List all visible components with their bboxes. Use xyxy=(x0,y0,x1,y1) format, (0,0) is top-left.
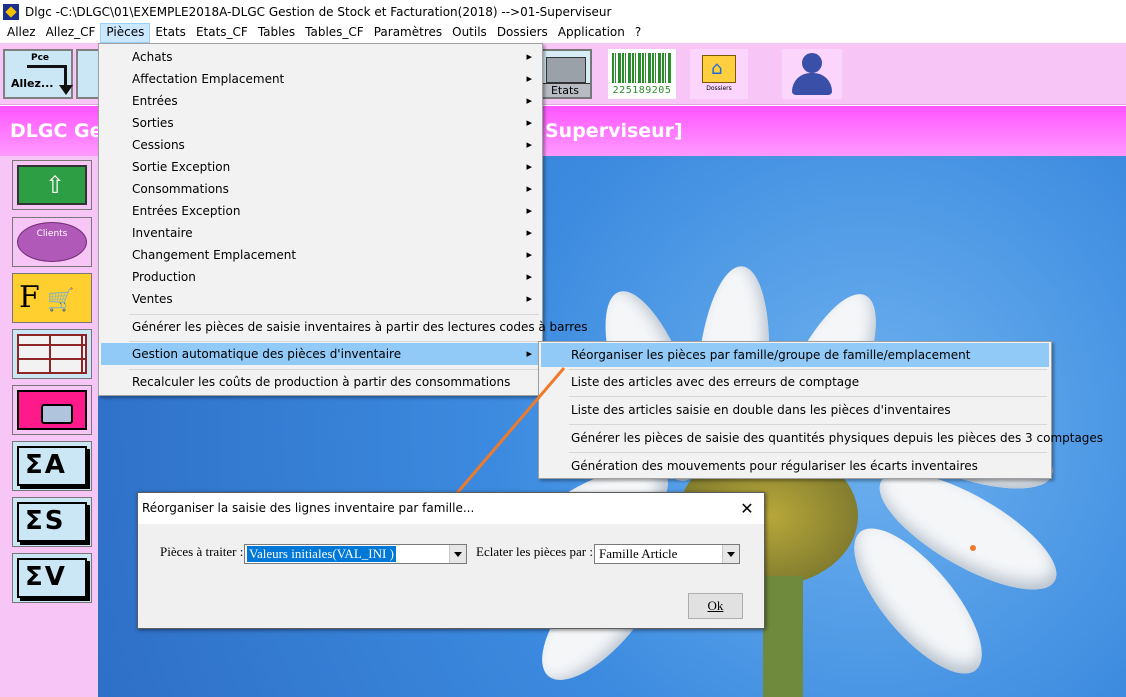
gestion-inventaire-submenu: Réorganiser les pièces par famille/group… xyxy=(538,341,1103,479)
submenu-item-reorganiser[interactable]: Réorganiser les pièces par famille/group… xyxy=(541,343,1049,367)
menu-item-production[interactable]: Production xyxy=(101,266,540,288)
close-icon[interactable]: ✕ xyxy=(730,493,764,524)
menu-separator xyxy=(569,396,1047,397)
ok-label: Ok xyxy=(707,598,724,613)
document-icon xyxy=(546,57,586,83)
menu-allez[interactable]: Allez xyxy=(2,23,41,43)
sidebar-sigma-v-button[interactable]: ΣV xyxy=(12,553,92,603)
submenu-item-erreurs-comptage[interactable]: Liste des articles avec des erreurs de c… xyxy=(541,370,1049,394)
menu-item-achats[interactable]: Achats xyxy=(101,46,540,68)
toolbar-button-2[interactable] xyxy=(76,49,100,99)
barcode-button[interactable]: 225189205 xyxy=(608,49,676,99)
expand-arrows-icon xyxy=(17,390,87,430)
menu-separator xyxy=(129,369,539,370)
menu-item-gestion-auto-inventaire[interactable]: Gestion automatique des pièces d'inventa… xyxy=(101,343,540,365)
sidebar-sigma-a-button[interactable]: ΣA xyxy=(12,441,92,491)
flower-stem xyxy=(763,576,803,697)
etats-label: Etats xyxy=(540,83,590,97)
user-icon xyxy=(802,53,822,73)
ok-button[interactable]: Ok xyxy=(688,593,743,619)
menu-item-inventaire[interactable]: Inventaire xyxy=(101,222,540,244)
sigma-s-icon: ΣS xyxy=(17,502,87,542)
sidebar-fournisseurs-button[interactable] xyxy=(12,273,92,323)
menu-separator xyxy=(569,424,1047,425)
menu-item-consommations[interactable]: Consommations xyxy=(101,178,540,200)
submenu-item-saisie-double[interactable]: Liste des articles saisie en double dans… xyxy=(541,398,1049,422)
barcode-icon xyxy=(612,53,672,83)
menu-outils[interactable]: Outils xyxy=(447,23,492,43)
menu-parametres[interactable]: Paramètres xyxy=(369,23,447,43)
menubar: Allez Allez_CF Pièces Etats Etats_CF Tab… xyxy=(0,23,1126,43)
menu-etats-cf[interactable]: Etats_CF xyxy=(191,23,253,43)
submenu-item-generation-mouvements[interactable]: Génération des mouvements pour régularis… xyxy=(541,454,1049,478)
allez-button[interactable]: Pce Allez... xyxy=(3,49,73,99)
allez-pce-label: Pce xyxy=(31,53,50,63)
sidebar-expand-button[interactable] xyxy=(12,385,92,435)
menu-separator xyxy=(129,314,539,315)
window-title: Dlgc -C:\DLGC\01\EXEMPLE2018A-DLGC Gesti… xyxy=(25,4,612,19)
sidebar-sigma-s-button[interactable]: ΣS xyxy=(12,497,92,547)
menu-item-sortie-exception[interactable]: Sortie Exception xyxy=(101,156,540,178)
menu-item-changement-emplacement[interactable]: Changement Emplacement xyxy=(101,244,540,266)
grid-icon xyxy=(17,334,87,374)
menu-item-entrees[interactable]: Entrées xyxy=(101,90,540,112)
menu-item-recalculer-couts[interactable]: Recalculer les coûts de production à par… xyxy=(101,371,540,393)
menu-application[interactable]: Application xyxy=(553,23,630,43)
menu-item-entrees-exception[interactable]: Entrées Exception xyxy=(101,200,540,222)
etats-button[interactable]: Etats xyxy=(538,49,592,99)
menu-allez-cf[interactable]: Allez_CF xyxy=(41,23,101,43)
sidebar: Clients ΣA ΣS ΣV xyxy=(0,156,98,697)
dialog-title: Réorganiser la saisie des lignes inventa… xyxy=(142,501,475,515)
app-icon xyxy=(3,3,19,20)
submenu-item-generer-quantites[interactable]: Générer les pièces de saisie des quantit… xyxy=(541,426,1103,450)
sigma-v-label: ΣV xyxy=(25,562,67,592)
menu-separator xyxy=(569,452,1047,453)
dossiers-label: Dossiers xyxy=(706,85,732,92)
pieces-a-traiter-label: Pièces à traiter : xyxy=(160,544,244,559)
menu-item-sorties[interactable]: Sorties xyxy=(101,112,540,134)
menu-pieces[interactable]: Pièces xyxy=(100,23,151,43)
clients-icon: Clients xyxy=(17,222,87,262)
pieces-a-traiter-value: Valeurs initiales(VAL_INI ) xyxy=(247,546,396,562)
chevron-down-icon[interactable] xyxy=(722,545,739,563)
sidebar-grid-button[interactable] xyxy=(12,329,92,379)
supplier-cart-icon xyxy=(17,278,87,318)
dossiers-button[interactable]: Dossiers xyxy=(690,49,748,99)
banner-text-right: Superviseur] xyxy=(545,120,683,142)
allez-label: Allez... xyxy=(11,77,54,90)
menu-dossiers[interactable]: Dossiers xyxy=(492,23,553,43)
menu-separator xyxy=(129,341,539,342)
menu-item-affectation-emplacement[interactable]: Affectation Emplacement xyxy=(101,68,540,90)
menu-item-ventes[interactable]: Ventes xyxy=(101,288,540,310)
pieces-menu: Achats Affectation Emplacement Entrées S… xyxy=(98,43,588,396)
menu-item-generer-pieces[interactable]: Générer les pièces de saisie inventaires… xyxy=(101,316,588,338)
up-arrow-icon xyxy=(17,165,87,205)
barcode-number: 225189205 xyxy=(612,85,672,96)
menu-tables[interactable]: Tables xyxy=(253,23,300,43)
menu-item-cessions[interactable]: Cessions xyxy=(101,134,540,156)
menu-help[interactable]: ? xyxy=(630,23,646,43)
sidebar-up-button[interactable] xyxy=(12,160,92,210)
pieces-a-traiter-select[interactable]: Valeurs initiales(VAL_INI ) xyxy=(244,544,467,564)
eclater-pieces-value: Famille Article xyxy=(599,546,678,561)
dialog-titlebar: Réorganiser la saisie des lignes inventa… xyxy=(138,493,764,524)
sigma-s-label: ΣS xyxy=(25,506,66,536)
user-button[interactable] xyxy=(782,49,842,99)
eclater-pieces-label: Eclater les pièces par : xyxy=(476,544,593,559)
menu-tables-cf[interactable]: Tables_CF xyxy=(300,23,369,43)
window-titlebar: Dlgc -C:\DLGC\01\EXEMPLE2018A-DLGC Gesti… xyxy=(0,0,1126,23)
eclater-pieces-select[interactable]: Famille Article xyxy=(594,544,740,564)
chevron-down-icon[interactable] xyxy=(449,545,466,563)
reorganiser-dialog: Réorganiser la saisie des lignes inventa… xyxy=(137,492,765,629)
banner-text-left: DLGC Ge xyxy=(10,120,103,142)
menu-etats[interactable]: Etats xyxy=(150,23,191,43)
sigma-v-icon: ΣV xyxy=(17,558,87,598)
sigma-a-icon: ΣA xyxy=(17,446,87,486)
sigma-a-label: ΣA xyxy=(25,450,67,480)
folder-icon xyxy=(702,55,736,83)
sidebar-clients-button[interactable]: Clients xyxy=(12,217,92,267)
user-body-icon xyxy=(792,73,832,95)
